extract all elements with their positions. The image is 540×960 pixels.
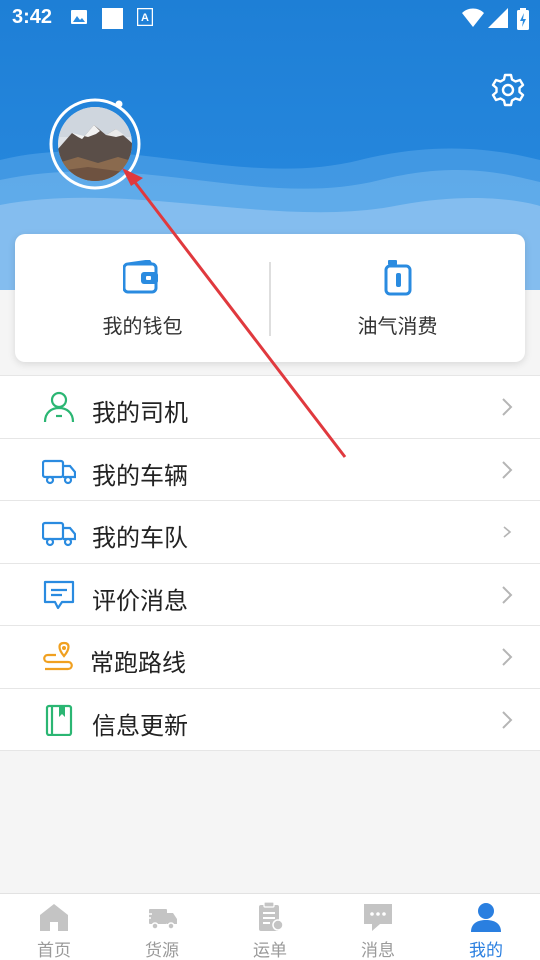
fuel-card-icon [384,260,412,296]
menu-item-review-messages[interactable]: 评价消息 [0,564,540,626]
wallet-button[interactable]: 我的钱包 [15,234,270,362]
menu-item-my-vehicles[interactable]: 我的车辆 [0,439,540,501]
chevron-right-icon [502,460,513,479]
menu-item-frequent-routes[interactable]: 常跑路线 [0,626,540,689]
driver-icon [43,391,75,423]
book-icon [45,704,73,736]
tab-label: 消息 [361,941,395,960]
menu-item-label: 我的车辆 [92,461,188,490]
waybill-icon [259,902,284,931]
menu-item-my-drivers[interactable]: 我的司机 [0,376,540,439]
status-bar: 3:42 A [0,0,540,36]
menu-item-label: 我的司机 [92,399,188,427]
text-notification-icon: A [137,8,153,26]
menu-item-info-update[interactable]: 信息更新 [0,689,540,751]
route-icon [43,641,73,671]
user-avatar[interactable] [58,107,132,181]
status-time: 3:42 [12,6,53,28]
tab-label: 我的 [469,941,503,960]
tab-label: 货源 [145,941,179,960]
chevron-right-icon [502,648,513,666]
comment-icon [43,580,75,609]
message-icon [364,904,392,931]
fuel-consumption-label: 油气消费 [357,314,438,338]
tab-messages[interactable]: 消息 [324,894,432,960]
menu-item-my-fleet[interactable]: 我的车队 [0,501,540,564]
chevron-right-icon [502,398,513,416]
tab-waybill[interactable]: 运单 [216,894,324,960]
quick-actions-card: 我的钱包 油气消费 [15,234,525,362]
image-notification-icon [71,10,87,24]
cargo-truck-icon [146,909,177,930]
chevron-right-icon [502,710,513,729]
tab-cargo[interactable]: 货源 [108,894,216,960]
settings-gear-icon[interactable] [490,72,526,108]
wallet-label: 我的钱包 [102,314,183,338]
battery-icon [517,8,529,30]
profile-menu-list: 我的司机 我的车辆 我的车队 评价消息 常跑路线 信息更新 [0,375,540,751]
wifi-icon [462,8,484,27]
tab-mine[interactable]: 我的 [432,894,540,960]
truck-icon [42,521,76,547]
menu-item-label: 常跑路线 [90,649,186,677]
chevron-right-icon [502,585,513,604]
svg-text:A: A [141,12,149,24]
tab-label: 首页 [37,941,71,960]
tab-label: 运单 [253,941,287,960]
home-icon [40,904,68,931]
chevron-right-icon [503,526,512,538]
fuel-consumption-button[interactable]: 油气消费 [270,234,525,362]
menu-item-label: 我的车队 [92,524,188,552]
user-icon [471,903,501,932]
bottom-tab-bar: 首页 货源 运单 消息 我的 [0,893,540,960]
menu-item-label: 评价消息 [92,586,188,615]
wallet-icon [123,260,158,294]
menu-item-label: 信息更新 [92,711,188,740]
square-notification-icon [102,8,123,29]
avatar-image [58,107,132,181]
signal-icon [488,8,508,28]
truck-icon [42,459,76,484]
tab-home[interactable]: 首页 [0,894,108,960]
